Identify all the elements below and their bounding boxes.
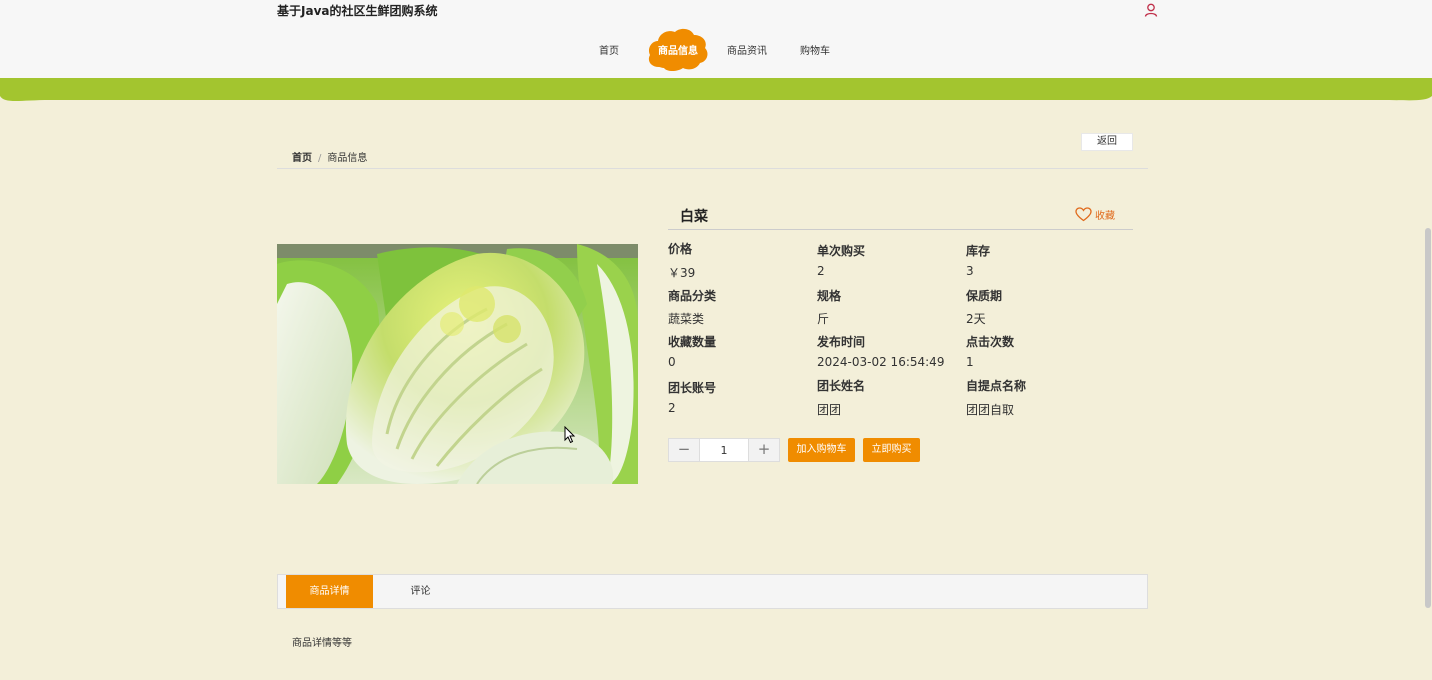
decrease-button[interactable]: − bbox=[669, 439, 699, 461]
header: 基于Java的社区生鲜团购系统 首页 商品信息 商品资讯 购物车 bbox=[0, 0, 1432, 80]
attr-label-shelf-life: 保质期 bbox=[966, 289, 1003, 303]
nav-item-products-label: 商品信息 bbox=[658, 46, 698, 57]
tab-comments[interactable]: 评论 bbox=[373, 575, 468, 608]
quantity-input[interactable] bbox=[699, 439, 749, 461]
attr-label-fav-count: 收藏数量 bbox=[668, 335, 717, 349]
page-scrollbar[interactable] bbox=[1425, 228, 1431, 608]
attr-value-category: 蔬菜类 bbox=[668, 312, 705, 326]
breadcrumb-separator: / bbox=[318, 153, 322, 164]
attr-value-shelf-life: 2天 bbox=[966, 312, 986, 326]
attr-label-publish-time: 发布时间 bbox=[817, 335, 866, 349]
attr-value-spec: 斤 bbox=[817, 312, 830, 326]
attr-label-pickup-point: 自提点名称 bbox=[966, 379, 1027, 393]
add-to-cart-button[interactable]: 加入购物车 bbox=[788, 438, 855, 462]
attr-value-price: ￥39 bbox=[668, 266, 696, 280]
attr-label-single-buy: 单次购买 bbox=[817, 244, 866, 258]
increase-button[interactable]: + bbox=[749, 439, 779, 461]
attr-value-clicks: 1 bbox=[966, 355, 974, 369]
breadcrumb-current: 商品信息 bbox=[327, 153, 368, 164]
buy-now-button[interactable]: 立即购买 bbox=[863, 438, 920, 462]
favorite-button[interactable]: 收藏 bbox=[1075, 207, 1115, 222]
nav-item-products[interactable]: 商品信息 bbox=[647, 27, 709, 72]
green-banner bbox=[0, 78, 1432, 101]
breadcrumb-divider bbox=[277, 168, 1148, 169]
main-nav: 首页 商品信息 商品资讯 购物车 bbox=[0, 0, 1432, 80]
nav-item-news[interactable]: 商品资讯 bbox=[727, 42, 767, 57]
product-title-divider bbox=[668, 229, 1133, 230]
product-detail-text: 商品详情等等 bbox=[292, 638, 352, 649]
nav-item-cart[interactable]: 购物车 bbox=[800, 42, 830, 57]
favorite-label: 收藏 bbox=[1095, 211, 1115, 222]
product-name: 白菜 bbox=[680, 209, 708, 225]
attr-label-stock: 库存 bbox=[966, 244, 991, 258]
tab-product-details[interactable]: 商品详情 bbox=[286, 575, 373, 608]
product-image bbox=[277, 244, 638, 484]
attr-value-fav-count: 0 bbox=[668, 355, 676, 369]
attr-label-price: 价格 bbox=[668, 242, 693, 256]
attr-label-category: 商品分类 bbox=[668, 289, 717, 303]
quantity-stepper: − + bbox=[668, 438, 780, 462]
attr-label-spec: 规格 bbox=[817, 289, 842, 303]
attr-value-pickup-point: 团团自取 bbox=[966, 403, 1015, 417]
breadcrumb-home[interactable]: 首页 bbox=[292, 153, 312, 164]
heart-icon bbox=[1075, 207, 1092, 222]
attr-value-publish-time: 2024-03-02 16:54:49 bbox=[817, 355, 945, 369]
attr-label-leader-name: 团长姓名 bbox=[817, 379, 866, 393]
attr-value-leader-name: 团团 bbox=[817, 403, 842, 417]
attr-label-clicks: 点击次数 bbox=[966, 335, 1015, 349]
attr-value-leader-account: 2 bbox=[668, 401, 676, 415]
breadcrumb: 首页 / 商品信息 bbox=[292, 149, 367, 164]
attr-label-leader-account: 团长账号 bbox=[668, 381, 717, 395]
attr-value-stock: 3 bbox=[966, 264, 974, 278]
return-button[interactable]: 返回 bbox=[1081, 133, 1133, 151]
mouse-cursor-icon bbox=[564, 426, 576, 444]
nav-item-home[interactable]: 首页 bbox=[599, 42, 619, 57]
detail-tabs: 商品详情 评论 bbox=[277, 574, 1148, 609]
attr-value-single-buy: 2 bbox=[817, 264, 825, 278]
